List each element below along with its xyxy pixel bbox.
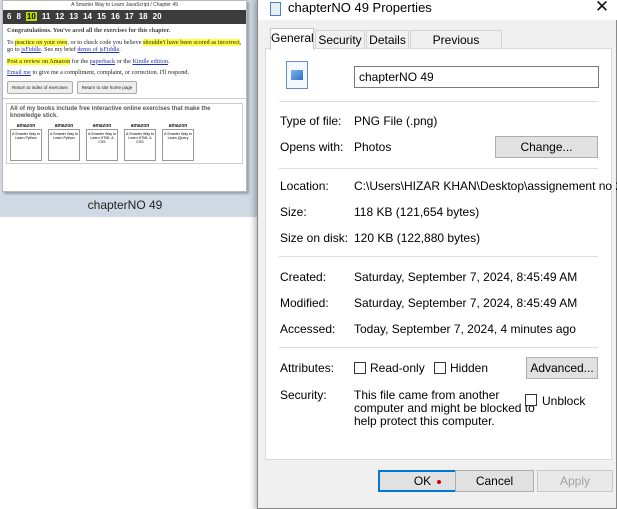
thumb-chapter-number: 6: [7, 12, 12, 21]
dialog-title: chapterNO 49 Properties: [288, 0, 432, 15]
apply-button[interactable]: Apply: [537, 470, 613, 492]
thumb-book: amazon A Smarter Way to Learn HTML & CSS: [124, 123, 156, 161]
separator: [279, 168, 598, 169]
thumb-book: amazon A Smarter Way to Learn Python: [10, 123, 42, 161]
unblock-checkbox[interactable]: [525, 394, 537, 406]
accessed-label: Accessed:: [280, 322, 336, 336]
thumb-chapter-number: 12: [55, 12, 65, 21]
thumb-paragraph-review: Post a review on Amazon for the paperbac…: [7, 57, 170, 65]
book-cover: A Smarter Way to Learn Python: [10, 129, 42, 161]
security-label: Security:: [280, 388, 327, 402]
file-name-input[interactable]: [354, 66, 599, 88]
opens-value: Photos: [354, 140, 392, 154]
hidden-label: Hidden: [450, 361, 489, 375]
created-value: Saturday, September 7, 2024, 8:45:49 AM: [354, 270, 578, 284]
cursor-dot: [437, 479, 442, 484]
file-tile-selected[interactable]: A Smarter Way to Learn JavaScript / Chap…: [0, 0, 258, 217]
separator: [279, 347, 598, 348]
unblock-label: Unblock: [542, 394, 586, 408]
separator: [279, 256, 598, 257]
file-name-label: chapterNO 49: [87, 198, 163, 212]
separator: [279, 101, 598, 102]
hidden-checkbox[interactable]: [434, 362, 446, 374]
thumb-chapter-number: 16: [110, 12, 120, 21]
thumb-chapter-number: 20: [152, 12, 162, 21]
thumb-chapter-number: 15: [97, 12, 106, 21]
security-text-line3: help protect this computer.: [354, 414, 495, 428]
tab-details[interactable]: Details: [366, 30, 409, 48]
thumb-chapter-number: 13: [69, 12, 79, 21]
advanced-button[interactable]: Advanced...: [526, 357, 598, 379]
properties-dialog: chapterNO 49 Properties ✕ General Securi…: [257, 0, 617, 509]
security-text-line2: computer and might be blocked to: [354, 401, 535, 415]
thumb-congrats: Congratulations. You've aced all the exe…: [7, 27, 171, 34]
thumb-book: amazon A Smarter Way to Learn Python: [48, 123, 80, 161]
type-value: PNG File (.png): [354, 114, 438, 128]
change-button[interactable]: Change...: [495, 136, 598, 158]
created-label: Created:: [280, 270, 327, 284]
thumb-chapter-number: 10: [25, 12, 37, 21]
tab-general[interactable]: General: [270, 28, 314, 50]
size-label: Size:: [280, 205, 307, 219]
book-cover: A Smarter Way to Learn Python: [48, 129, 80, 161]
tab-security[interactable]: Security: [315, 30, 365, 48]
general-panel: Type of file: PNG File (.png) Opens with…: [265, 48, 617, 460]
readonly-label: Read-only: [370, 361, 425, 375]
thumb-book: amazon A Smarter Way to Learn jQuery: [162, 123, 194, 161]
thumb-chapter-number: 18: [138, 12, 148, 21]
opens-label: Opens with:: [280, 140, 344, 154]
thumb-paragraph-practice: To practice on your own, or to check cod…: [7, 38, 242, 53]
thumb-chapter-number: 8: [16, 12, 21, 21]
book-cover: A Smarter Way to Learn HTML & CSS: [124, 129, 156, 161]
thumb-book: amazon A Smarter Way to Learn HTML & CSS: [86, 123, 118, 161]
size-on-disk-label: Size on disk:: [280, 231, 349, 245]
type-label: Type of file:: [280, 114, 342, 128]
attributes-label: Attributes:: [280, 361, 335, 375]
tab-previous-versions[interactable]: Previous Versions: [410, 30, 502, 65]
image-thumbnail: A Smarter Way to Learn JavaScript / Chap…: [2, 0, 247, 192]
thumb-number-bar: 6 8 10 11 12 13 14 15 16 17 18 20: [3, 10, 246, 24]
cancel-button[interactable]: Cancel: [455, 470, 534, 492]
file-doc-icon: [270, 2, 281, 16]
book-cover: A Smarter Way to Learn HTML & CSS: [86, 129, 118, 161]
thumb-paragraph-email: Email me to give me a compliment, compla…: [7, 69, 190, 76]
location-label: Location:: [280, 179, 329, 193]
book-cover: A Smarter Way to Learn jQuery: [162, 129, 194, 161]
modified-label: Modified:: [280, 296, 329, 310]
thumb-books-box: All of my books include free interactive…: [6, 103, 243, 164]
modified-value: Saturday, September 7, 2024, 8:45:49 AM: [354, 296, 578, 310]
accessed-value: Today, September 7, 2024, 4 minutes ago: [354, 322, 576, 336]
size-on-disk-value: 120 KB (122,880 bytes): [354, 231, 481, 245]
thumb-chapter-number: 17: [124, 12, 134, 21]
thumb-chapter-number: 14: [83, 12, 92, 21]
security-text-line1: This file came from another: [354, 388, 500, 402]
explorer-background: A Smarter Way to Learn JavaScript / Chap…: [0, 0, 258, 509]
size-value: 118 KB (121,654 bytes): [354, 205, 480, 219]
thumb-top-line: A Smarter Way to Learn JavaScript / Chap…: [3, 1, 246, 10]
close-icon[interactable]: ✕: [590, 0, 614, 19]
png-file-icon: [286, 61, 308, 89]
title-bar: chapterNO 49 Properties ✕: [258, 0, 617, 20]
location-value: C:\Users\HIZAR KHAN\Desktop\assignement …: [354, 179, 617, 193]
thumb-buttons: Return to index of exercises Return to si…: [3, 79, 246, 97]
thumb-chapter-number: 11: [41, 12, 51, 21]
readonly-checkbox[interactable]: [354, 362, 366, 374]
